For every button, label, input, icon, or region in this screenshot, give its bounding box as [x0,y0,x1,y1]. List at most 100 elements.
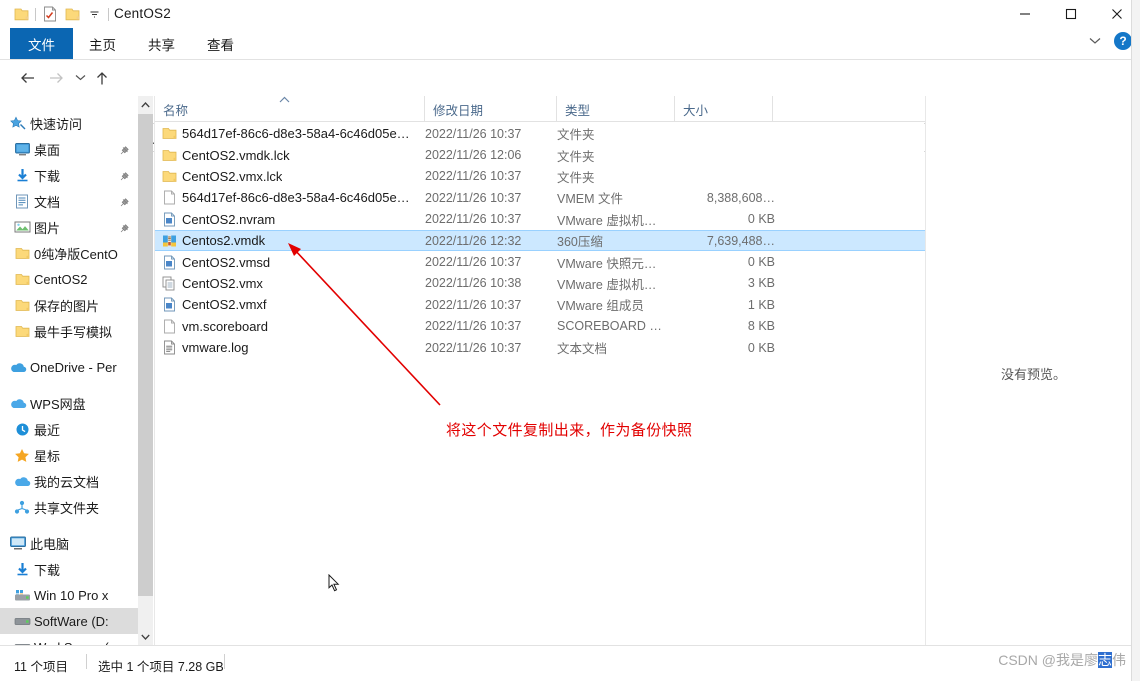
table-row[interactable]: Centos2.vmdk 2022/11/26 12:32 360压缩 7,63… [155,229,925,252]
customize-dropdown-icon[interactable] [83,4,105,24]
status-divider [224,654,225,669]
sidebar-item-onedrive[interactable]: OneDrive - Per [0,354,138,380]
text-file-icon [155,340,179,355]
table-row[interactable]: CentOS2.vmdk.lck 2022/11/26 12:06 文件夹 [155,144,925,165]
mouse-cursor [328,573,340,597]
blank-file-icon [155,190,179,205]
new-folder-icon[interactable] [61,4,83,24]
sidebar-item-desktop[interactable]: 桌面 [0,136,138,162]
explorer-body: 快速访问 桌面 下载 文档 图片 0纯净版CentO CentOS2 保存的图片… [0,96,1140,645]
file-date: 2022/11/26 10:38 [425,276,522,291]
file-type: 文件夹 [557,128,595,143]
file-size: 1 KB [747,297,775,312]
sidebar-item-pictures[interactable]: 图片 [0,214,138,240]
file-type: VMware 快照元… [557,256,657,271]
pin-icon[interactable] [119,221,130,239]
pictures-icon [10,220,34,234]
scroll-down-button[interactable] [138,628,153,645]
sidebar-group-this-pc[interactable]: 此电脑 [0,530,138,556]
column-header-type[interactable]: 类型 [557,96,675,122]
navigation-scrollbar[interactable] [138,96,153,645]
annotation-text: 将这个文件复制出来，作为备份快照 [446,422,693,439]
chevron-down-icon[interactable] [1084,30,1106,52]
file-size: 3 KB [747,276,775,291]
scrollbar-thumb[interactable] [138,114,153,596]
sidebar-item-recent[interactable]: 最近 [0,416,138,442]
sidebar-group-wps[interactable]: WPS网盘 [0,390,138,416]
column-header-date-modified[interactable]: 修改日期 [425,96,557,122]
column-header-label: 名称 [163,103,189,118]
table-row[interactable]: vm.scoreboard 2022/11/26 10:37 SCOREBOAR… [155,316,925,337]
file-name-cell: CentOS2.vmxf [155,294,417,315]
table-row[interactable]: 564d17ef-86c6-d8e3-58a4-6c46d05e… 2022/1… [155,187,925,208]
file-name: CentOS2.vmdk.lck [182,147,290,163]
up-button[interactable] [90,66,114,90]
shared-folder-icon [10,500,34,515]
column-header-name[interactable]: 名称 [155,96,425,122]
help-button[interactable]: ? [1114,32,1132,50]
column-header-label: 大小 [683,103,709,118]
tab-file[interactable]: 文件 [10,28,73,59]
file-name-cell: vmware.log [155,337,417,358]
sidebar-item-downloads[interactable]: 下载 [0,162,138,188]
file-date: 2022/11/26 10:37 [425,169,522,184]
sidebar-group-quick-access[interactable]: 快速访问 [0,110,138,136]
sidebar-item-shared-folder[interactable]: 共享文件夹 [0,494,138,520]
sidebar-item-folder-saved-pics[interactable]: 保存的图片 [0,292,138,318]
file-name-cell: 564d17ef-86c6-d8e3-58a4-6c46d05e… [155,123,417,144]
sidebar-item-starred[interactable]: 星标 [0,442,138,468]
pin-icon[interactable] [119,143,130,161]
pin-icon[interactable] [119,169,130,187]
sidebar-item-label: 下载 [34,168,61,184]
item-count: 11 个项目 [14,660,68,674]
file-date: 2022/11/26 10:37 [425,319,522,334]
table-row[interactable]: CentOS2.nvram 2022/11/26 10:37 VMware 虚拟… [155,209,925,230]
file-type: 文件夹 [557,149,595,164]
sidebar-item-win10-drive[interactable]: Win 10 Pro x [0,582,138,608]
sidebar-item-folder-centos2[interactable]: CentOS2 [0,266,138,292]
recent-locations-icon[interactable] [68,66,92,90]
sidebar-item-label: 保存的图片 [34,298,100,314]
properties-icon[interactable] [39,4,61,24]
tab-view[interactable]: 查看 [191,28,250,59]
file-list-pane: 名称 修改日期 类型 大小 564d17ef-86c6-d8e3-58a4-6c… [154,96,925,645]
table-row[interactable]: CentOS2.vmx 2022/11/26 10:38 VMware 虚拟机…… [155,273,925,294]
file-date: 2022/11/26 10:37 [425,297,522,312]
sidebar-item-pc-downloads[interactable]: 下载 [0,556,138,582]
maximize-button[interactable] [1048,0,1094,28]
background-window-edge [1131,0,1140,681]
watermark-suffix: 伟 [1112,652,1126,668]
scroll-up-button[interactable] [138,96,153,113]
pin-icon[interactable] [119,195,130,213]
documents-icon [10,194,34,209]
sidebar-item-folder-0[interactable]: 0纯净版CentO [0,240,138,266]
table-row[interactable]: 564d17ef-86c6-d8e3-58a4-6c46d05e… 2022/1… [155,123,925,144]
address-bar-row: › 此电脑 › SoftWare (D:) › CentOS › 2集群Cent… [0,60,1140,152]
vmware-file-icon [155,255,179,270]
file-name: CentOS2.nvram [182,211,276,227]
sidebar-item-folder-handwriting[interactable]: 最牛手写模拟 [0,318,138,344]
sidebar-item-my-cloud-docs[interactable]: 我的云文档 [0,468,138,494]
table-row[interactable]: vmware.log 2022/11/26 10:37 文本文档 0 KB [155,337,925,358]
file-type: VMware 虚拟机… [557,277,657,292]
sidebar-item-documents[interactable]: 文档 [0,188,138,214]
column-header-size[interactable]: 大小 [675,96,773,122]
sidebar-item-software-drive[interactable]: SoftWare (D: [0,608,138,634]
table-row[interactable]: CentOS2.vmsd 2022/11/26 10:37 VMware 快照元… [155,251,925,272]
folder-icon [10,273,34,286]
minimize-button[interactable] [1002,0,1048,28]
sort-ascending-icon [279,95,290,105]
sidebar-item-warkspace-drive[interactable]: WarkSpace ( [0,634,138,645]
table-row[interactable]: CentOS2.vmxf 2022/11/26 10:37 VMware 组成员… [155,294,925,315]
back-button[interactable] [16,66,40,90]
tab-share[interactable]: 共享 [132,28,191,59]
file-type: 360压缩 [557,235,603,250]
onedrive-icon [6,361,30,374]
table-row[interactable]: CentOS2.vmx.lck 2022/11/26 10:37 文件夹 [155,166,925,187]
tab-home[interactable]: 主页 [73,28,132,59]
sidebar-item-label: 0纯净版CentO [34,246,118,262]
folder-icon[interactable] [10,4,32,24]
forward-button[interactable] [44,66,68,90]
